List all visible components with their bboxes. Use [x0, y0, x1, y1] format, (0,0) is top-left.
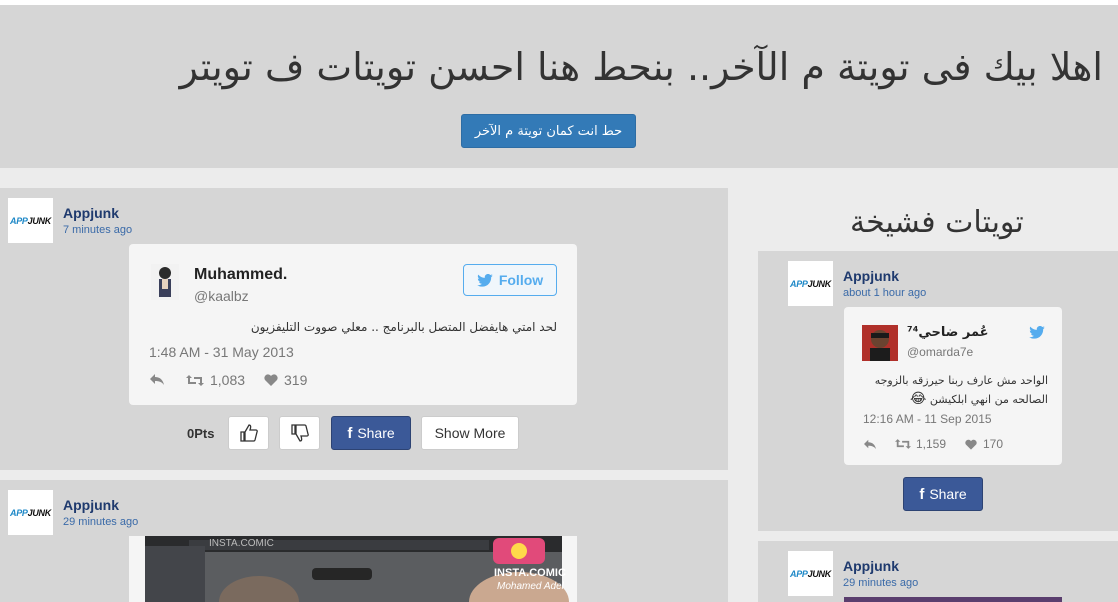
post-author[interactable]: Appjunk — [843, 558, 899, 574]
appjunk-logo[interactable]: APPJUNK — [8, 490, 53, 535]
share-label: Share — [357, 425, 395, 441]
reply-icon — [150, 374, 164, 385]
retweet-icon — [895, 439, 911, 449]
sidebar-title: تويتات فشيخة — [850, 205, 1024, 240]
tweet-text: الواحد مش عارف ربنا حيرزقه بالزوجه الصال… — [874, 374, 1048, 407]
post-time[interactable]: 7 minutes ago — [63, 224, 132, 236]
sidebar-post-card: APPJUNK Appjunk 29 minutes ago — [758, 541, 1118, 602]
tweet-date[interactable]: 1:48 AM - 31 May 2013 — [149, 344, 294, 360]
appjunk-logo[interactable]: APPJUNK — [8, 198, 53, 243]
twitter-bird-icon[interactable] — [1029, 326, 1045, 339]
tweet-author-avatar[interactable] — [151, 264, 179, 300]
appjunk-logo[interactable]: APPJUNK — [788, 551, 833, 596]
retweet-icon — [186, 374, 204, 386]
upvote-button[interactable] — [228, 416, 269, 450]
points-count: 0Pts — [187, 426, 215, 441]
like-count: 170 — [983, 437, 1004, 451]
post-author[interactable]: Appjunk — [63, 497, 119, 513]
hero-banner: اهلا بيك فى تويتة م الآخر.. بنحط هنا احس… — [0, 5, 1118, 168]
retweet-action[interactable]: 1,083 — [186, 372, 245, 388]
laughing-emoji-icon: 😂 — [910, 391, 927, 407]
follow-button[interactable]: Follow — [463, 264, 557, 296]
thumbs-up-icon — [239, 424, 258, 442]
image-watermark-corner: INSTA.COMIC — [494, 567, 566, 579]
post-card: APPJUNK Appjunk 7 minutes ago Muhammed. … — [0, 188, 728, 470]
like-count: 319 — [284, 372, 308, 388]
sidebar-post-card: APPJUNK Appjunk about 1 hour ago عُمر ضا… — [758, 251, 1118, 531]
like-action[interactable]: 319 — [264, 372, 307, 388]
heart-icon — [264, 374, 278, 386]
hero-title: اهلا بيك فى تويتة م الآخر.. بنحط هنا احس… — [179, 45, 1104, 89]
post-author[interactable]: Appjunk — [63, 205, 119, 221]
twitter-bird-icon — [477, 273, 493, 287]
embedded-tweet: Muhammed. @kaalbz Follow لحد امتي هايفضل… — [129, 244, 577, 405]
retweet-action[interactable]: 1,159 — [895, 437, 946, 451]
tweet-author-handle[interactable]: @omarda7e — [907, 345, 973, 359]
image-watermark: INSTA.COMIC — [209, 538, 274, 549]
thumbs-down-icon — [290, 424, 309, 442]
tweet-author-name[interactable]: عُمر ضاحي⁷⁴ — [907, 325, 989, 340]
post-time[interactable]: 29 minutes ago — [63, 516, 138, 528]
heart-icon — [965, 439, 977, 450]
tweet-text: لحد امتي هايفضل المتصل بالبرنامج .. معلي… — [250, 320, 557, 334]
facebook-icon: f — [919, 485, 925, 503]
tweet-author-avatar[interactable] — [862, 325, 898, 361]
tweet-date[interactable]: 12:16 AM - 11 Sep 2015 — [863, 412, 992, 426]
submit-tweet-button[interactable]: حط انت كمان تويتة م الآخر — [461, 114, 636, 148]
facebook-share-button[interactable]: f Share — [331, 416, 411, 450]
post-time[interactable]: about 1 hour ago — [843, 287, 926, 299]
image-credit: Mohamed Adel — [497, 581, 564, 592]
retweet-count: 1,159 — [916, 437, 947, 451]
tweet-author-name[interactable]: Muhammed. — [194, 266, 287, 284]
post-image[interactable]: INSTA.COMIC INSTA.COMIC Mohamed Adel — [129, 536, 577, 602]
post-author[interactable]: Appjunk — [843, 268, 899, 284]
embedded-tweet: عُمر ضاحي⁷⁴ @omarda7e الواحد مش عارف ربن… — [844, 307, 1062, 465]
post-image[interactable] — [844, 597, 1062, 602]
show-more-button[interactable]: Show More — [421, 416, 519, 450]
downvote-button[interactable] — [279, 416, 320, 450]
facebook-icon: f — [347, 424, 353, 442]
tweet-author-handle[interactable]: @kaalbz — [194, 288, 249, 304]
facebook-share-button[interactable]: f Share — [903, 477, 983, 511]
reply-action[interactable] — [149, 372, 165, 386]
share-label: Share — [929, 486, 967, 502]
post-card: APPJUNK Appjunk 29 minutes ago INSTA.COM… — [0, 480, 728, 602]
post-time[interactable]: 29 minutes ago — [843, 577, 918, 589]
like-action[interactable]: 170 — [965, 437, 1003, 451]
reply-action[interactable] — [863, 438, 877, 450]
retweet-count: 1,083 — [210, 372, 246, 388]
reply-icon — [864, 439, 876, 450]
appjunk-logo[interactable]: APPJUNK — [788, 261, 833, 306]
follow-label: Follow — [498, 272, 544, 288]
